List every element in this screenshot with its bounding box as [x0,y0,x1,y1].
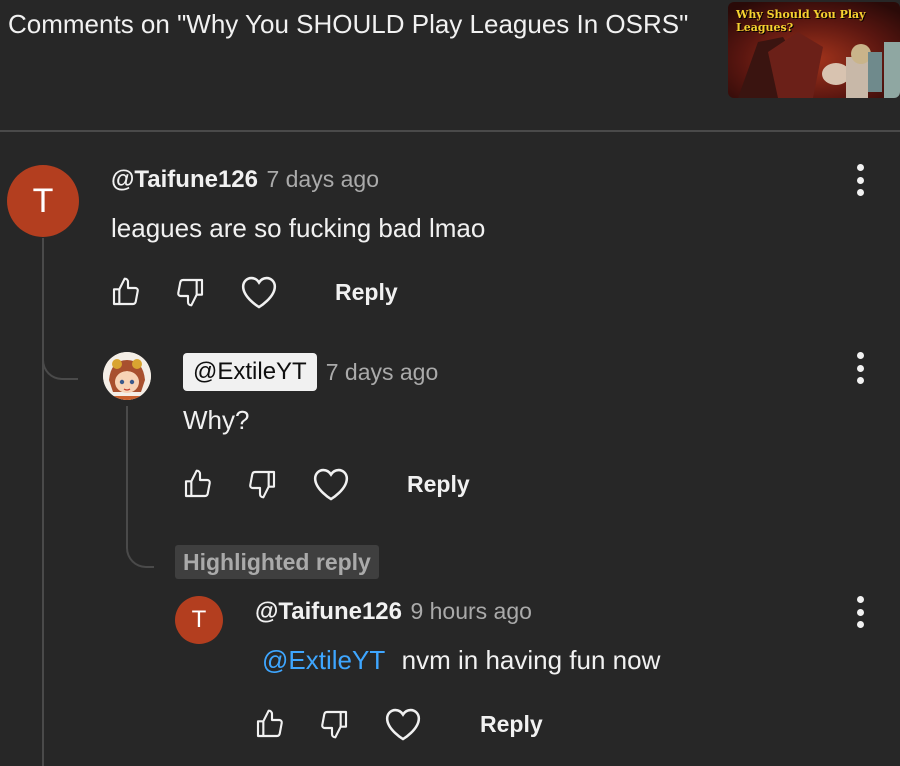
dot [856,621,864,628]
reply-button[interactable]: Reply [480,711,543,738]
like-button[interactable] [178,464,218,504]
dot [856,189,864,196]
thumbs-up-icon [256,709,283,738]
dot [856,377,864,384]
thumbs-down-icon [321,710,348,739]
comment-text: leagues are so fucking bad lmao [111,213,486,243]
avatar[interactable] [103,352,151,400]
thread-line-nested [126,406,128,536]
comment-meta: @Taifune126 9 hours ago [255,598,532,626]
dot [856,352,864,359]
reply-button[interactable]: Reply [407,471,470,498]
thread-connector-highlighted [126,520,154,568]
avatar[interactable]: T [7,165,79,237]
comment-text-row: @ExtileYT nvm in having fun now [262,645,660,676]
dot [856,364,864,372]
comment-author[interactable]: @Taifune126 [111,166,258,193]
dislike-button[interactable] [314,704,354,744]
thumbs-up-icon [112,277,139,306]
comment-author-chip[interactable]: @ExtileYT [183,353,317,391]
dot [856,608,864,616]
more-actions-button[interactable] [850,160,870,200]
thumbnail-caption: Why Should You Play Leagues? [736,8,866,34]
dot [856,596,864,603]
thread-line-main [42,238,44,766]
comment-meta: @ExtileYT 7 days ago [183,353,438,391]
comment-time[interactable]: 7 days ago [326,359,439,386]
video-thumbnail[interactable]: Why Should You Play Leagues? [728,2,900,98]
dot [856,176,864,184]
header-divider [0,130,900,132]
mention-link[interactable]: @ExtileYT [262,645,385,675]
avatar-letter: T [32,181,54,220]
thumbs-down-icon [249,470,276,499]
more-actions-button[interactable] [850,592,870,632]
like-button[interactable] [250,704,290,744]
heart-button[interactable] [383,704,423,744]
avatar[interactable]: T [175,596,223,644]
thread-connector-reply [42,330,78,380]
anime-character-avatar-icon [103,352,151,400]
thumbs-up-icon [184,469,211,498]
page-title: Comments on "Why You SHOULD Play Leagues… [8,9,689,39]
thumbs-down-icon [177,278,204,307]
heart-icon [241,276,277,309]
dislike-button[interactable] [170,272,210,312]
like-button[interactable] [106,272,146,312]
comment-time[interactable]: 7 days ago [266,166,379,192]
comment-time[interactable]: 9 hours ago [410,598,531,624]
more-actions-button[interactable] [850,348,870,388]
avatar-letter: T [191,606,207,633]
heart-icon [385,708,421,741]
heart-icon [313,468,349,501]
heart-button[interactable] [311,464,351,504]
dislike-button[interactable] [242,464,282,504]
comment-text: nvm in having fun now [401,645,661,675]
dot [856,164,864,171]
highlighted-reply-badge: Highlighted reply [175,545,379,579]
reply-button[interactable]: Reply [335,279,398,306]
heart-button[interactable] [239,272,279,312]
comment-text: Why? [183,405,250,435]
comment-meta: @Taifune126 7 days ago [111,166,379,194]
comment-author[interactable]: @Taifune126 [255,598,402,625]
